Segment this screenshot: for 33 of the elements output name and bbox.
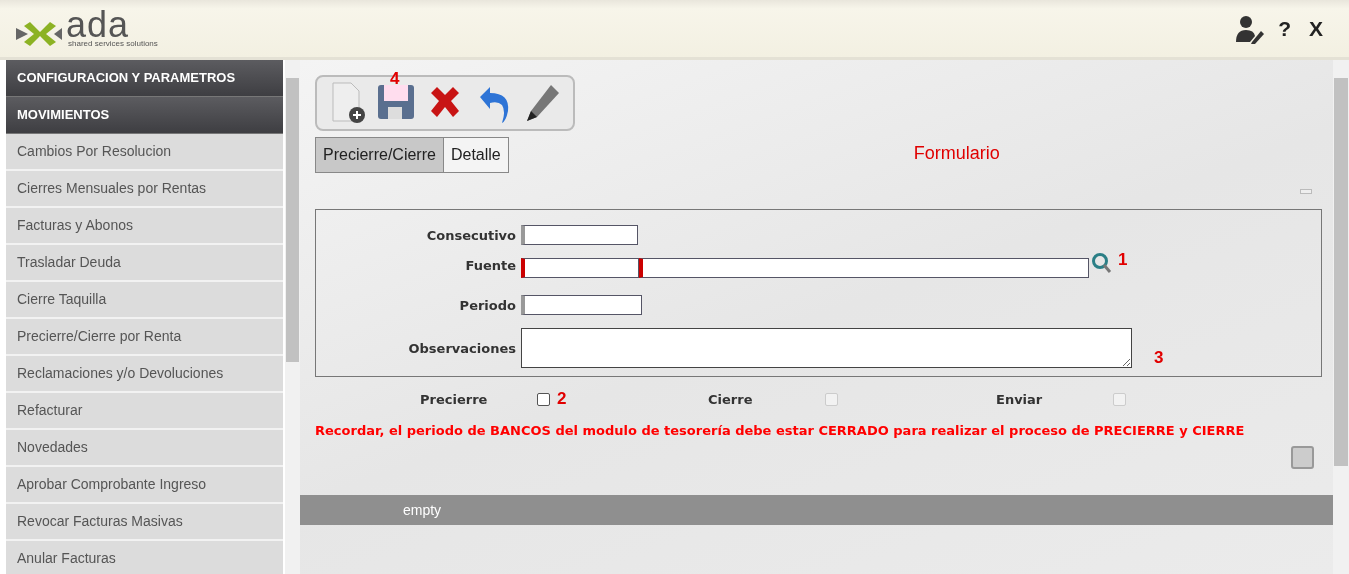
help-button[interactable]: ? — [1274, 16, 1295, 41]
logo-text: ada — [66, 9, 130, 40]
search-icon[interactable] — [1090, 252, 1112, 274]
tab[interactable]: Precierre/Cierre — [315, 137, 444, 173]
field-label: Fuente — [464, 258, 517, 273]
empty-label: empty — [403, 502, 442, 518]
field-label: Observaciones — [407, 340, 517, 356]
form-title: Formulario — [913, 142, 1000, 164]
input-field[interactable] — [639, 258, 1089, 278]
logo-tagline: shared services solutions — [67, 39, 158, 48]
input-field[interactable] — [521, 295, 642, 315]
scrollbar[interactable] — [285, 60, 300, 574]
warning-message: Recordar, el periodo de BANCOS del modulo de tesorería debe estar CERRADO para realizar el proceso de PRECIERRE y CIERRE — [315, 423, 1246, 438]
text-area[interactable] — [521, 328, 1132, 368]
annotation-number: 4 — [390, 69, 400, 89]
checkbox-label: Enviar — [996, 391, 1044, 407]
scrollbar[interactable] — [1333, 60, 1349, 574]
tab[interactable]: Detalle — [443, 137, 509, 173]
sidebar-section[interactable]: MOVIMIENTOS — [6, 97, 283, 134]
annotation-number: 1 — [1118, 250, 1128, 270]
field-label: Consecutivo — [425, 227, 517, 243]
annotation-number: 3 — [1154, 348, 1164, 368]
checkbox-label: Cierre — [708, 391, 754, 407]
annotation-number: 2 — [557, 389, 567, 409]
close-button[interactable]: X — [1305, 16, 1327, 41]
input-field[interactable] — [521, 225, 638, 245]
user-edit-icon[interactable] — [1234, 13, 1265, 44]
field-label: Periodo — [458, 297, 517, 313]
checkbox-label: Precierre — [420, 391, 489, 407]
checkbox[interactable] — [537, 392, 550, 406]
sidebar-section[interactable]: CONFIGURACION Y PARAMETROS — [6, 60, 283, 97]
logo-icon — [14, 19, 64, 48]
input-field[interactable] — [521, 258, 639, 278]
